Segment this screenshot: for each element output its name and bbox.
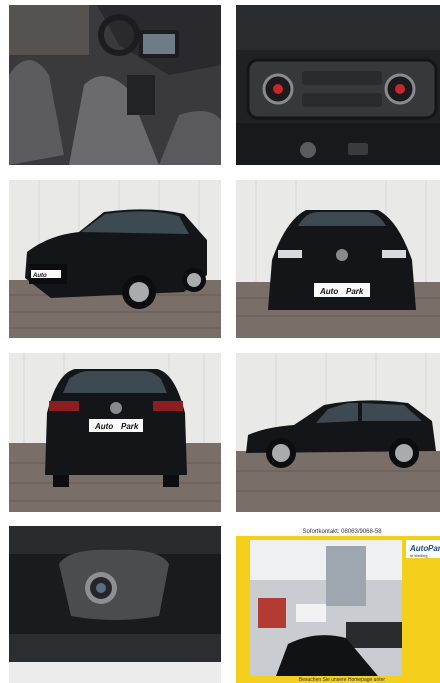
car-side-image <box>236 353 440 512</box>
photo-rear-camera[interactable] <box>9 526 221 683</box>
dealer-ad-image: Sofortkontakt: 08063/9068-58 Auto Park i… <box>236 526 440 683</box>
interior-image <box>9 5 221 165</box>
dealer-logo: Auto <box>409 544 428 553</box>
plate-label: Auto <box>94 422 113 431</box>
rear-camera-image <box>9 526 221 683</box>
plate-label: Auto <box>32 273 47 279</box>
climate-panel-image <box>236 5 440 165</box>
dealer-footer-text: Besuchen Sie unsere Homepage unter <box>299 677 386 683</box>
dealer-logo-suffix: Park <box>428 544 440 553</box>
photo-gallery: Auto Auto Park Auto Park Sofortkontakt: … <box>0 0 440 683</box>
photo-rear-view[interactable]: Auto Park <box>9 353 221 512</box>
car-front-quarter-image: Auto <box>9 180 221 338</box>
photo-interior-front-seats[interactable] <box>9 5 221 165</box>
plate-label-suffix: Park <box>346 287 364 296</box>
photo-climate-control-panel[interactable] <box>236 5 440 165</box>
photo-front-view[interactable]: Auto Park <box>236 180 440 338</box>
car-front-image: Auto Park <box>236 180 440 338</box>
plate-label: Auto <box>319 287 338 296</box>
dealer-location: in Weiting <box>410 553 428 558</box>
photo-front-three-quarter[interactable]: Auto <box>9 180 221 338</box>
photo-dealer-showroom[interactable]: Sofortkontakt: 08063/9068-58 Auto Park i… <box>236 526 440 683</box>
plate-label-suffix: Park <box>121 422 139 431</box>
car-rear-image: Auto Park <box>9 353 221 512</box>
photo-side-view[interactable] <box>236 353 440 512</box>
dealer-contact-text: Sofortkontakt: 08063/9068-58 <box>302 529 382 535</box>
